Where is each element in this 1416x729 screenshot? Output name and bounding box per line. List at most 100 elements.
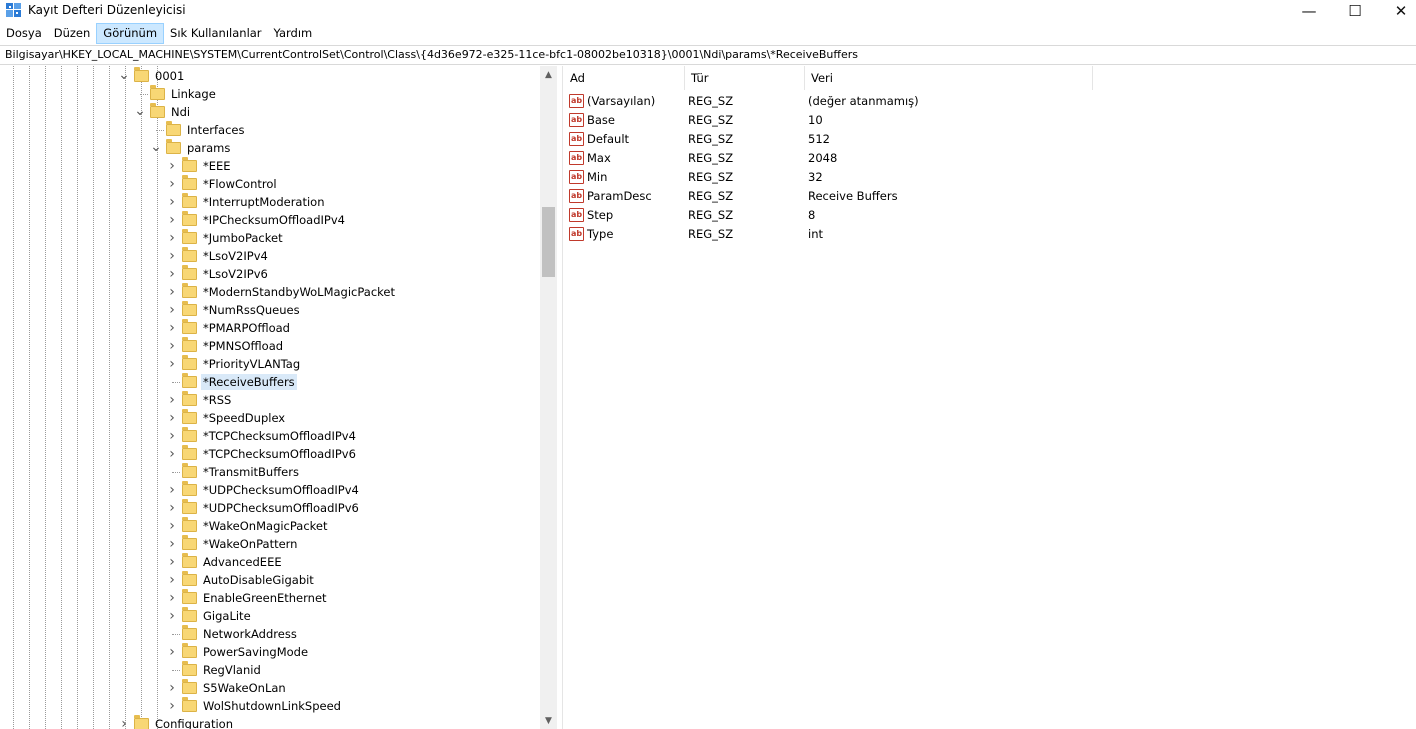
- tree-item[interactable]: ⌄ params: [149, 139, 232, 157]
- expand-chevron-icon[interactable]: ›: [165, 427, 179, 445]
- value-row[interactable]: ab Min REG_SZ 32: [564, 167, 1088, 186]
- expand-chevron-icon[interactable]: ›: [165, 445, 179, 463]
- expand-chevron-icon[interactable]: ›: [165, 157, 179, 175]
- expand-chevron-icon[interactable]: ›: [165, 409, 179, 427]
- expand-chevron-icon[interactable]: ›: [165, 355, 179, 373]
- column-header-type[interactable]: Tür: [685, 66, 805, 90]
- tree-item[interactable]: RegVlanid: [165, 661, 263, 679]
- expand-chevron-icon[interactable]: ›: [165, 175, 179, 193]
- tree-connector-line: [172, 670, 180, 671]
- collapse-chevron-icon[interactable]: ⌄: [133, 103, 147, 121]
- tree-item[interactable]: › *PMARPOffload: [165, 319, 292, 337]
- expand-chevron-icon[interactable]: ›: [165, 391, 179, 409]
- value-row[interactable]: ab Base REG_SZ 10: [564, 110, 1088, 129]
- expand-chevron-icon[interactable]: ›: [117, 715, 131, 729]
- tree-item[interactable]: › PowerSavingMode: [165, 643, 310, 661]
- expand-chevron-icon[interactable]: ›: [165, 319, 179, 337]
- tree-item[interactable]: › *ModernStandbyWoLMagicPacket: [165, 283, 397, 301]
- expand-chevron-icon[interactable]: ›: [165, 211, 179, 229]
- tree-item[interactable]: › *NumRssQueues: [165, 301, 302, 319]
- tree-guide-line: [93, 66, 94, 729]
- tree-scrollbar[interactable]: ▲ ▼: [540, 66, 557, 729]
- expand-chevron-icon[interactable]: ›: [165, 679, 179, 697]
- tree-item[interactable]: Linkage: [133, 85, 218, 103]
- tree-item[interactable]: ⌄ Ndi: [133, 103, 192, 121]
- tree-item[interactable]: › AutoDisableGigabit: [165, 571, 316, 589]
- expand-chevron-icon[interactable]: ›: [165, 697, 179, 715]
- maximize-button[interactable]: ☐: [1332, 0, 1378, 22]
- value-row[interactable]: ab (Varsayılan) REG_SZ (değer atanmamış): [564, 91, 1088, 110]
- expand-chevron-icon[interactable]: ›: [165, 193, 179, 211]
- scroll-down-icon[interactable]: ▼: [540, 712, 557, 729]
- tree-item[interactable]: *TransmitBuffers: [165, 463, 301, 481]
- minimize-button[interactable]: —: [1286, 0, 1332, 22]
- expand-chevron-icon[interactable]: ›: [165, 265, 179, 283]
- collapse-chevron-icon[interactable]: ⌄: [149, 139, 163, 157]
- scroll-up-icon[interactable]: ▲: [540, 66, 557, 83]
- tree-item[interactable]: › *UDPChecksumOffloadIPv6: [165, 499, 361, 517]
- tree-item[interactable]: › Configuration: [117, 715, 235, 729]
- tree-item[interactable]: › *EEE: [165, 157, 233, 175]
- expand-chevron-icon[interactable]: ›: [165, 481, 179, 499]
- value-row[interactable]: ab Step REG_SZ 8: [564, 205, 1088, 224]
- tree-item[interactable]: ⌄ 0001: [117, 67, 186, 85]
- tree-item[interactable]: › *InterruptModeration: [165, 193, 327, 211]
- tree-item[interactable]: › *TCPChecksumOffloadIPv4: [165, 427, 358, 445]
- tree-item[interactable]: › GigaLite: [165, 607, 253, 625]
- value-type: REG_SZ: [688, 226, 734, 241]
- menu-help[interactable]: Yardım: [268, 23, 319, 44]
- column-header-data[interactable]: Veri: [805, 66, 1093, 90]
- close-button[interactable]: ✕: [1378, 0, 1416, 22]
- tree-item[interactable]: › *JumboPacket: [165, 229, 285, 247]
- folder-icon: [134, 67, 149, 82]
- tree-item[interactable]: › *TCPChecksumOffloadIPv6: [165, 445, 358, 463]
- collapse-chevron-icon[interactable]: ⌄: [117, 67, 131, 85]
- expand-chevron-icon[interactable]: ›: [165, 283, 179, 301]
- expand-chevron-icon[interactable]: ›: [165, 337, 179, 355]
- menu-edit[interactable]: Düzen: [48, 23, 97, 44]
- tree-item[interactable]: › *FlowControl: [165, 175, 279, 193]
- tree-item[interactable]: › S5WakeOnLan: [165, 679, 288, 697]
- tree-item[interactable]: › *UDPChecksumOffloadIPv4: [165, 481, 361, 499]
- expand-chevron-icon[interactable]: ›: [165, 229, 179, 247]
- expand-chevron-icon[interactable]: ›: [165, 517, 179, 535]
- tree-item[interactable]: › *IPChecksumOffloadIPv4: [165, 211, 347, 229]
- tree-item[interactable]: › *SpeedDuplex: [165, 409, 287, 427]
- expand-chevron-icon[interactable]: ›: [165, 643, 179, 661]
- tree-item[interactable]: › *LsoV2IPv6: [165, 265, 270, 283]
- pane-splitter[interactable]: [557, 66, 563, 729]
- tree-item[interactable]: *ReceiveBuffers: [165, 373, 297, 391]
- expand-chevron-icon[interactable]: ›: [165, 535, 179, 553]
- menu-view[interactable]: Görünüm: [96, 23, 165, 44]
- value-row[interactable]: ab Max REG_SZ 2048: [564, 148, 1088, 167]
- expand-chevron-icon[interactable]: ›: [165, 247, 179, 265]
- value-row[interactable]: ab ParamDesc REG_SZ Receive Buffers: [564, 186, 1088, 205]
- value-row[interactable]: ab Default REG_SZ 512: [564, 129, 1088, 148]
- column-header-name[interactable]: Ad: [564, 66, 685, 90]
- folder-icon: [182, 193, 197, 208]
- tree-item[interactable]: › EnableGreenEthernet: [165, 589, 329, 607]
- menu-favorites[interactable]: Sık Kullanılanlar: [164, 23, 268, 44]
- tree-item[interactable]: NetworkAddress: [165, 625, 299, 643]
- scroll-thumb[interactable]: [542, 207, 555, 277]
- expand-chevron-icon[interactable]: ›: [165, 571, 179, 589]
- tree-item[interactable]: › WolShutdownLinkSpeed: [165, 697, 343, 715]
- expand-chevron-icon[interactable]: ›: [165, 553, 179, 571]
- tree-item[interactable]: Interfaces: [149, 121, 246, 139]
- menu-file[interactable]: Dosya: [0, 23, 48, 44]
- tree-item[interactable]: › *PriorityVLANTag: [165, 355, 302, 373]
- tree-item-label: *PMNSOffload: [203, 339, 284, 353]
- address-bar[interactable]: Bilgisayar\HKEY_LOCAL_MACHINE\SYSTEM\Cur…: [0, 45, 1416, 65]
- folder-icon: [182, 265, 197, 280]
- tree-item[interactable]: › *WakeOnMagicPacket: [165, 517, 330, 535]
- expand-chevron-icon[interactable]: ›: [165, 589, 179, 607]
- tree-item[interactable]: › *RSS: [165, 391, 233, 409]
- tree-item[interactable]: › *WakeOnPattern: [165, 535, 299, 553]
- expand-chevron-icon[interactable]: ›: [165, 301, 179, 319]
- expand-chevron-icon[interactable]: ›: [165, 499, 179, 517]
- value-row[interactable]: ab Type REG_SZ int: [564, 224, 1088, 243]
- tree-item[interactable]: › *LsoV2IPv4: [165, 247, 270, 265]
- expand-chevron-icon[interactable]: ›: [165, 607, 179, 625]
- tree-item[interactable]: › *PMNSOffload: [165, 337, 285, 355]
- tree-item[interactable]: › AdvancedEEE: [165, 553, 284, 571]
